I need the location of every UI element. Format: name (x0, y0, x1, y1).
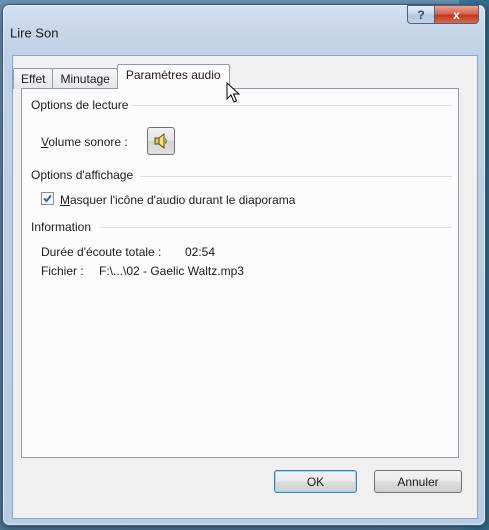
title-bar[interactable]: ? x (3, 5, 485, 37)
window-title: Lire Son (10, 25, 59, 41)
help-button[interactable]: ? (407, 5, 435, 24)
duration-value: 02:54 (185, 245, 216, 259)
playback-options-title: Options de lecture (31, 98, 133, 112)
hide-audio-icon-label[interactable]: Masquer l'icône d'audio durant le diapor… (60, 193, 295, 207)
audio-settings-panel: Options de lecture Volume sonore : Optio… (21, 88, 459, 458)
duration-label: Durée d'écoute totale : (41, 245, 162, 259)
close-icon: x (453, 7, 460, 22)
group-divider (132, 105, 452, 106)
file-value: F:\...\02 - Gaelic Waltz.mp3 (99, 264, 244, 278)
volume-button[interactable] (147, 127, 175, 155)
hide-icon-accel: M (60, 193, 70, 207)
ok-button[interactable]: OK (274, 470, 357, 493)
tab-minutage[interactable]: Minutage (52, 68, 118, 89)
help-icon: ? (417, 7, 425, 22)
display-options-title: Options d'affichage (31, 168, 138, 182)
tab-effet[interactable]: Effet (13, 68, 54, 89)
tab-parametres-audio[interactable]: Paramètres audio (116, 64, 230, 89)
speaker-icon (154, 132, 167, 150)
volume-label: Volume sonore : (41, 135, 128, 149)
close-button[interactable]: x (435, 5, 479, 24)
hide-icon-text: asquer l'icône d'audio durant le diapora… (70, 193, 296, 207)
title-bar-buttons: ? x (407, 5, 479, 25)
cancel-button[interactable]: Annuler (374, 470, 462, 493)
file-label: Fichier : (41, 264, 84, 278)
group-divider (140, 176, 452, 177)
tab-strip: Effet Minutage Paramètres audio (13, 64, 230, 89)
mouse-pointer-icon (226, 82, 240, 103)
information-title: Information (31, 220, 96, 234)
group-divider (100, 227, 452, 228)
hide-audio-icon-checkbox[interactable] (41, 192, 54, 205)
volume-label-text: olume sonore : (48, 135, 128, 149)
checkmark-icon (43, 194, 52, 203)
